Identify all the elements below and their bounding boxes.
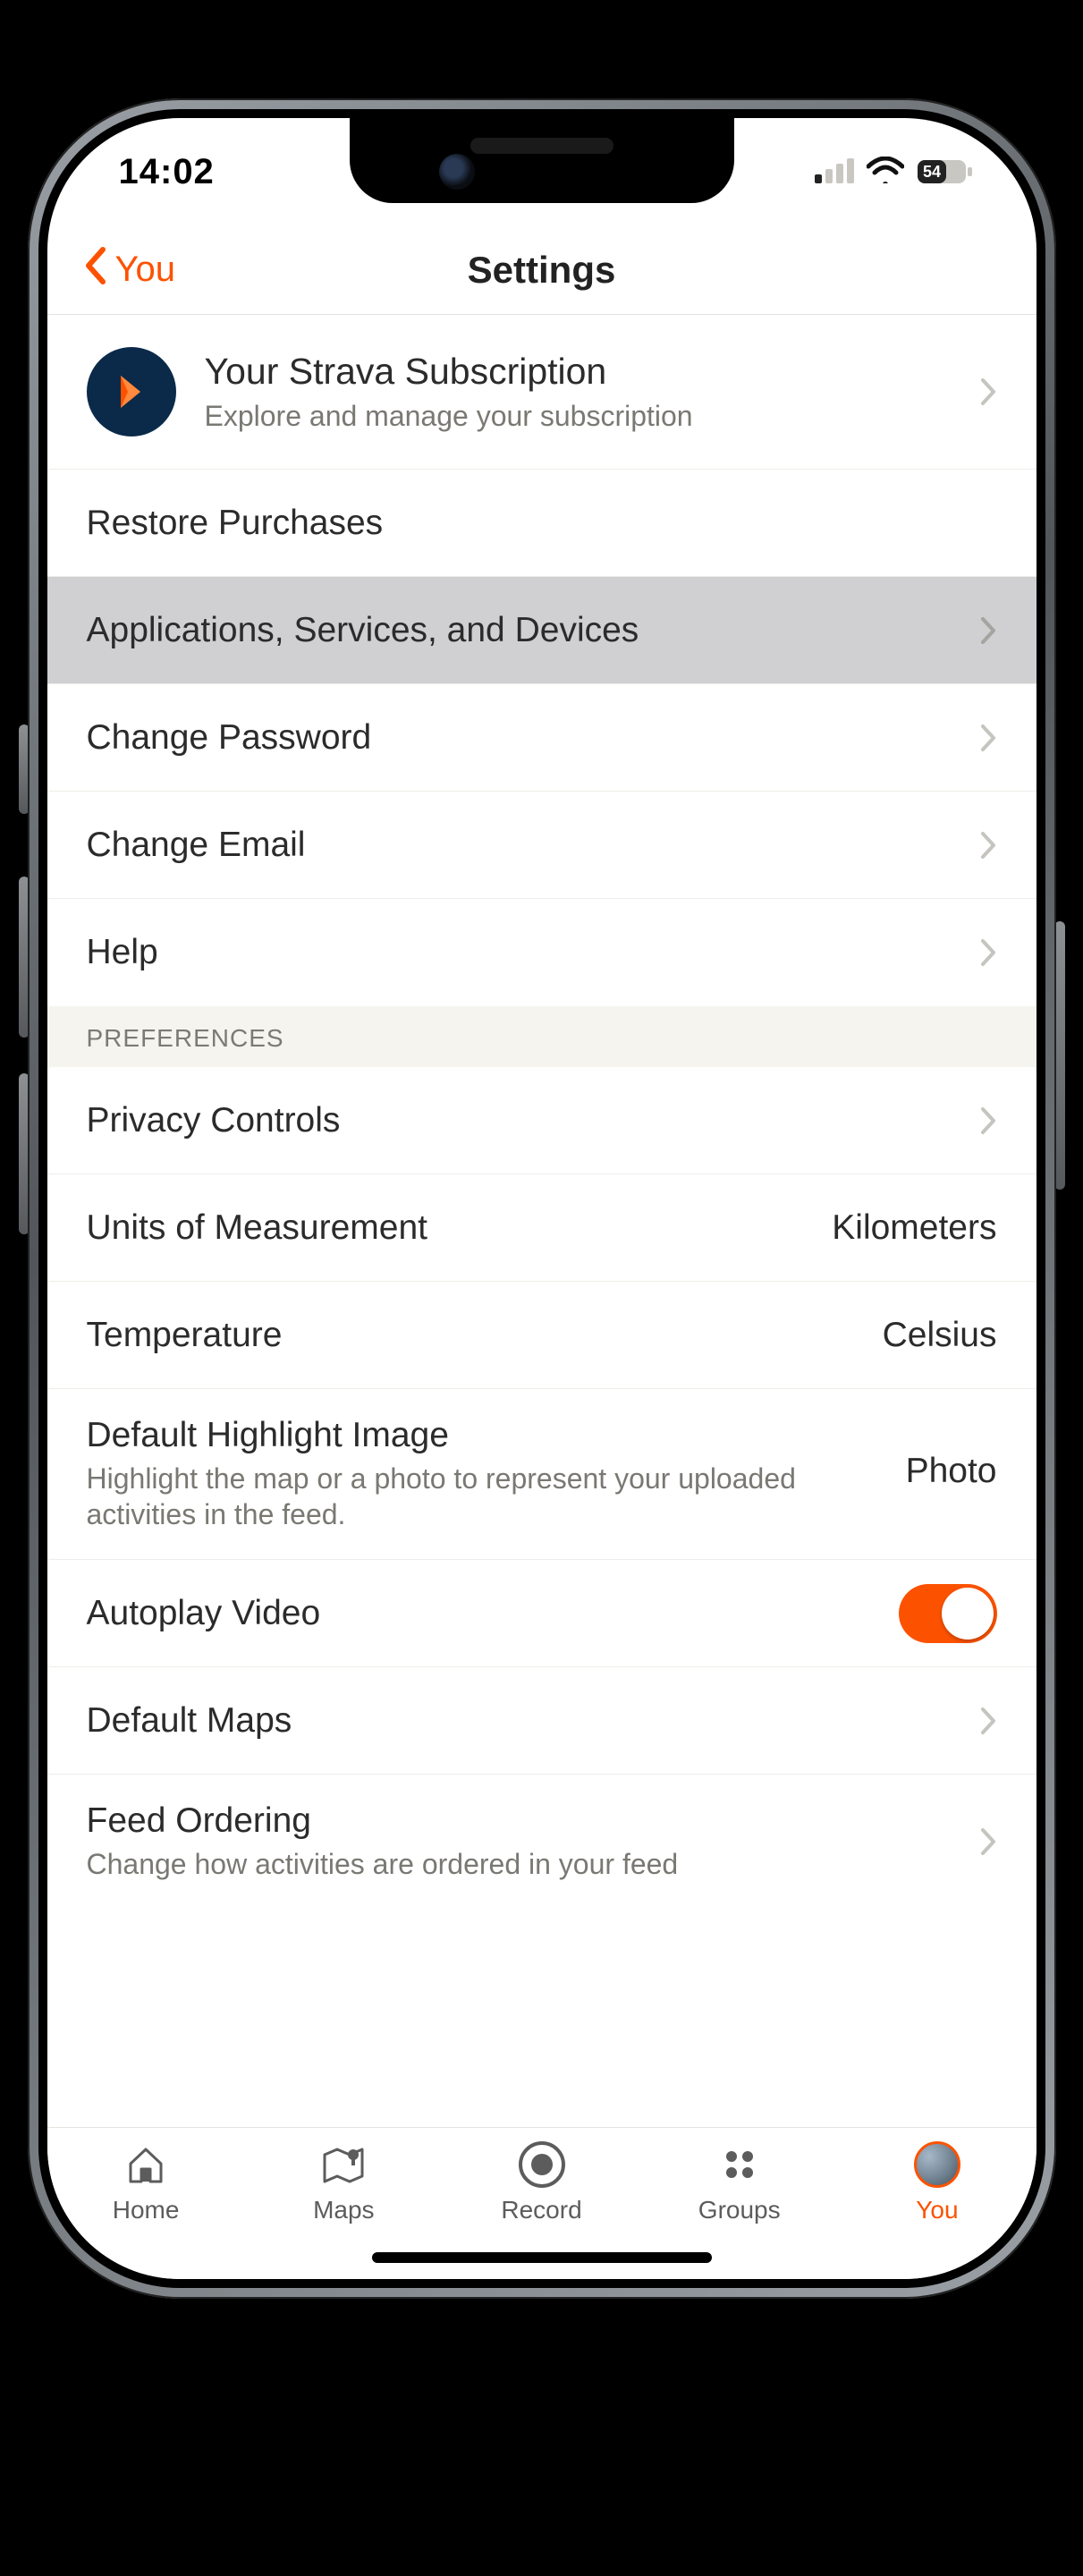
row-restore-purchases[interactable]: Restore Purchases [47,470,1036,577]
chevron-right-icon [965,1106,997,1136]
chevron-right-icon [965,937,997,968]
tab-record-label: Record [501,2196,581,2224]
status-right: 54 [815,157,974,188]
chevron-right-icon [965,377,997,407]
row-subscription-subtitle: Explore and manage your subscription [205,398,947,434]
tab-you[interactable]: You [838,2128,1036,2279]
row-units-title: Units of Measurement [87,1208,815,1248]
row-feed-ordering[interactable]: Feed Ordering Change how activities are … [47,1775,1036,1905]
row-highlight-value: Photo [906,1416,997,1491]
row-privacy-controls[interactable]: Privacy Controls [47,1067,1036,1174]
row-feed-ordering-subtitle: Change how activities are ordered in you… [87,1846,947,1882]
section-header-preferences: PREFERENCES [47,1006,1036,1067]
chevron-right-icon [965,1801,997,1857]
row-temperature-title: Temperature [87,1316,865,1355]
row-default-maps-title: Default Maps [87,1701,947,1741]
back-label: You [115,250,176,290]
chevron-right-icon [965,1706,997,1736]
row-apps-title: Applications, Services, and Devices [87,611,947,650]
row-temperature[interactable]: Temperature Celsius [47,1282,1036,1389]
device-bezel: 14:02 [28,98,1056,2299]
chevron-right-icon [965,615,997,646]
back-button[interactable]: You [83,225,176,314]
row-applications-services-devices[interactable]: Applications, Services, and Devices [47,577,1036,684]
home-icon [123,2140,168,2189]
phone-frame: 14:02 [28,98,1056,2299]
battery-percent: 54 [922,163,940,181]
wifi-icon [867,157,904,188]
row-units-value: Kilometers [832,1208,996,1248]
subscription-badge-icon [87,347,176,436]
avatar-icon [914,2140,960,2189]
tab-home-label: Home [113,2196,180,2224]
row-highlight-title: Default Highlight Image [87,1416,888,1455]
record-icon [517,2140,567,2189]
row-default-maps[interactable]: Default Maps [47,1667,1036,1775]
page-title: Settings [468,249,616,292]
cellular-icon [815,157,854,188]
screen: 14:02 [47,118,1036,2279]
row-feed-ordering-title: Feed Ordering [87,1801,947,1841]
chevron-left-icon [83,246,108,294]
home-indicator[interactable] [372,2252,712,2263]
settings-list[interactable]: Your Strava Subscription Explore and man… [47,315,1036,2127]
row-help[interactable]: Help [47,899,1036,1006]
tab-you-label: You [916,2196,958,2224]
row-email-title: Change Email [87,826,947,865]
nav-header: You Settings [47,225,1036,315]
row-privacy-title: Privacy Controls [87,1101,947,1140]
avatar [914,2141,960,2188]
tab-groups-label: Groups [698,2196,781,2224]
autoplay-toggle[interactable] [899,1584,997,1643]
front-camera [439,154,475,190]
row-help-title: Help [87,933,947,972]
row-highlight-subtitle: Highlight the map or a photo to represen… [87,1461,888,1532]
battery-icon: 54 [917,157,974,186]
row-default-highlight-image[interactable]: Default Highlight Image Highlight the ma… [47,1389,1036,1560]
chevron-right-icon [965,830,997,860]
toggle-knob [942,1588,994,1640]
row-units-of-measurement[interactable]: Units of Measurement Kilometers [47,1174,1036,1282]
row-change-password[interactable]: Change Password [47,684,1036,792]
row-subscription-title: Your Strava Subscription [205,351,947,393]
row-change-email[interactable]: Change Email [47,792,1036,899]
row-subscription[interactable]: Your Strava Subscription Explore and man… [47,315,1036,470]
row-autoplay-video[interactable]: Autoplay Video [47,1560,1036,1667]
row-temperature-value: Celsius [883,1316,997,1355]
row-password-title: Change Password [87,718,947,758]
maps-icon [319,2140,368,2189]
device-inner: 14:02 [38,109,1045,2288]
row-restore-title: Restore Purchases [87,504,979,543]
tab-home[interactable]: Home [47,2128,245,2279]
status-time: 14:02 [119,152,215,192]
tab-maps-label: Maps [313,2196,374,2224]
notch [350,118,734,203]
row-autoplay-title: Autoplay Video [87,1594,881,1633]
chevron-right-icon [965,723,997,753]
stage: 14:02 [0,0,1083,2576]
groups-icon [717,2140,762,2189]
